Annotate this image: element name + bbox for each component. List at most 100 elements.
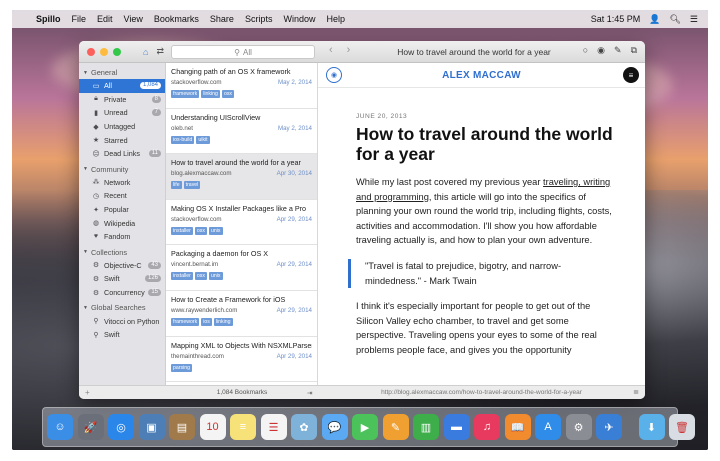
tag-badge[interactable]: osx [194, 226, 207, 235]
tag-badge[interactable]: linking [201, 90, 220, 98]
tag-badge[interactable]: installer [171, 272, 193, 281]
sidebar-item-unread[interactable]: ▮ Unread 7 [79, 106, 165, 120]
itunes-icon[interactable]: ♫ [474, 414, 500, 440]
spillo-icon[interactable]: ✈ [596, 414, 622, 440]
tag-badge[interactable]: ios [201, 317, 212, 326]
notification-center-icon[interactable]: ☰ [690, 14, 698, 25]
open-external-icon[interactable]: ⧉ [631, 45, 637, 56]
menu-share[interactable]: Share [210, 14, 234, 24]
search-placeholder: All [242, 47, 252, 57]
close-button[interactable] [87, 47, 95, 56]
user-icon[interactable]: 👤 [649, 14, 660, 25]
tag-badge[interactable]: framework [171, 317, 200, 326]
spotlight-icon[interactable]: 🔍︎ [669, 14, 680, 25]
bookmark-row[interactable]: Mapping XML to Objects With NSXMLParser … [166, 337, 317, 383]
sidebar-item-concurrency[interactable]: ⚙ Concurrency 15 [79, 286, 165, 300]
menu-file[interactable]: File [72, 14, 87, 24]
section-collections[interactable]: ▼ Collections [79, 246, 165, 259]
forward-icon[interactable]: › [347, 44, 351, 56]
section-global-searches[interactable]: ▼ Global Searches [79, 301, 165, 314]
menu-bookmarks[interactable]: Bookmarks [154, 14, 199, 24]
downloads-folder-icon[interactable]: ⬇ [638, 414, 665, 440]
launchpad-icon[interactable]: 🚀 [77, 414, 104, 440]
tag-badge[interactable]: unix [208, 272, 223, 281]
sidebar-item-starred[interactable]: ★ Starred [79, 133, 165, 147]
sidebar-item-swift-collection[interactable]: ⚙ Swift 126 [79, 272, 165, 286]
notes-icon[interactable]: ≡ [230, 414, 256, 440]
tag-badge[interactable]: linking [213, 317, 233, 326]
edit-pencil-icon[interactable]: ✎ [614, 45, 622, 56]
disclosure-triangle-icon[interactable]: ▼ [83, 249, 88, 255]
clock[interactable]: Sat 1:45 PM [591, 14, 641, 24]
bookmark-row[interactable]: Making OS X Installer Packages like a Pr… [166, 200, 317, 246]
menu-help[interactable]: Help [326, 14, 345, 24]
pages-icon[interactable]: ✎ [382, 414, 409, 440]
bookmark-row-selected[interactable]: How to travel around the world for a yea… [166, 154, 317, 200]
sidebar-item-objective-c[interactable]: ⚙ Objective-C 43 [79, 259, 165, 273]
menu-app-name[interactable]: Spillo [36, 14, 61, 24]
bookmark-row[interactable]: Changing path of an OS X framework stack… [166, 63, 317, 109]
tag-badge[interactable]: osx [194, 272, 207, 281]
sidebar-item-network[interactable]: ⁂ Network [79, 176, 165, 190]
bookmark-row[interactable]: Packaging a daemon for OS X vincent.bern… [166, 245, 317, 291]
collapse-panel-icon[interactable]: ⇥ [307, 389, 312, 397]
bookmark-row[interactable]: How to Create a Framework for iOS www.ra… [166, 291, 317, 337]
calendar-icon[interactable]: 10 [199, 414, 226, 440]
add-icon[interactable]: + [85, 388, 90, 397]
photos-icon[interactable]: ✿ [291, 414, 317, 440]
hamburger-menu-icon[interactable]: ≡ [623, 67, 639, 83]
sidebar-item-fandom[interactable]: ♥ Fandom [79, 230, 165, 244]
search-input[interactable]: ⚲ All [171, 45, 315, 59]
disclosure-triangle-icon[interactable]: ▼ [83, 70, 88, 76]
tag-badge[interactable]: travel [183, 181, 201, 190]
preview-eye-icon[interactable]: ◉ [597, 45, 605, 56]
sidebar-item-dead-links[interactable]: ☹ Dead Links 11 [79, 147, 165, 161]
site-name[interactable]: ALEX MACCAW [318, 70, 645, 81]
tag-badge[interactable]: framework [171, 90, 200, 98]
facetime-icon[interactable]: ▶ [352, 414, 378, 440]
reminders-icon[interactable]: ☰ [260, 414, 287, 440]
back-icon[interactable]: ‹ [329, 44, 333, 56]
sidebar-item-search-swift[interactable]: ⚲ Swift [79, 328, 165, 342]
preview-icon[interactable]: ▣ [138, 414, 165, 440]
app-store-icon[interactable]: A [535, 414, 561, 440]
numbers-icon[interactable]: ▥ [413, 414, 439, 440]
minimize-button[interactable] [100, 47, 108, 56]
trash-icon[interactable]: 🗑 [669, 414, 695, 440]
tag-filter-icon[interactable]: ⇄ [156, 46, 164, 57]
system-preferences-icon[interactable]: ⚙ [565, 414, 592, 440]
section-community[interactable]: ▼ Community [79, 163, 165, 176]
home-icon[interactable]: ⌂ [143, 47, 148, 57]
finder-icon[interactable]: ☺ [47, 414, 73, 440]
disclosure-triangle-icon[interactable]: ▼ [83, 305, 88, 311]
menu-scripts[interactable]: Scripts [245, 14, 273, 24]
menu-window[interactable]: Window [283, 14, 315, 24]
tag-badge[interactable]: life [171, 181, 182, 190]
zoom-button[interactable] [113, 47, 121, 56]
sidebar-item-search-python[interactable]: ⚲ Vitocci on Python [79, 314, 165, 328]
tag-badge[interactable]: uikit [196, 135, 210, 144]
tag-badge[interactable]: installer [171, 226, 193, 235]
ibooks-icon[interactable]: 📖 [504, 414, 531, 440]
sidebar-item-all[interactable]: ▭ All 1,084 [79, 79, 165, 93]
section-general[interactable]: ▼ General [79, 66, 165, 79]
tag-badge[interactable]: parsing [171, 363, 193, 372]
bookmark-row[interactable]: Understanding UIScrollView oleb.net May 2… [166, 109, 317, 155]
sidebar-item-private[interactable]: 🔒︎ Private 8 [79, 93, 165, 107]
sidebar-item-wikipedia[interactable]: ◍ Wikipedia [79, 216, 165, 230]
contacts-icon[interactable]: ▤ [169, 414, 195, 440]
safari-icon[interactable]: ◎ [108, 414, 134, 440]
menu-edit[interactable]: Edit [97, 14, 113, 24]
sidebar-item-recent[interactable]: ◷ Recent [79, 189, 165, 203]
sidebar-item-untagged[interactable]: ◆ Untagged [79, 120, 165, 134]
tag-badge[interactable]: ios-build [171, 135, 195, 144]
keynote-icon[interactable]: ▬ [443, 414, 470, 440]
settings-icon[interactable]: ≣ [633, 388, 639, 396]
tag-badge[interactable]: osx [221, 90, 235, 98]
menu-view[interactable]: View [124, 14, 143, 24]
disclosure-triangle-icon[interactable]: ▼ [83, 166, 88, 172]
messages-icon[interactable]: 💬 [321, 414, 348, 440]
sidebar-item-popular[interactable]: ✦ Popular [79, 203, 165, 217]
tag-badge[interactable]: unix [208, 226, 223, 235]
unread-toggle-icon[interactable]: ○ [583, 45, 588, 56]
